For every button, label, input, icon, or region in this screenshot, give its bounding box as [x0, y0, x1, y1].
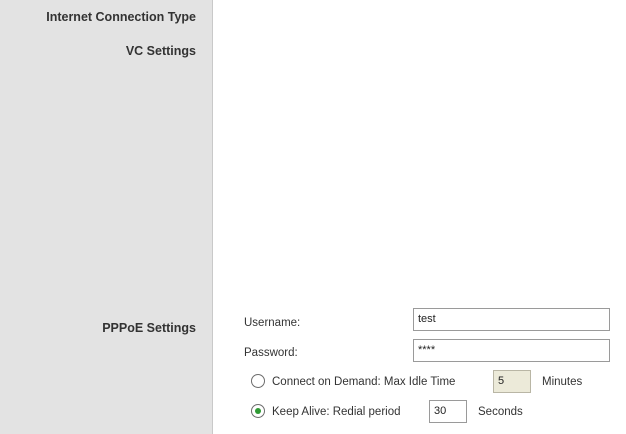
section-divider — [238, 291, 626, 293]
dsl-modulation-value: MultiMode — [419, 267, 470, 279]
internet-connection-type-heading: Internet Connection Type — [46, 10, 196, 24]
qos-type-value: UBR — [419, 80, 443, 92]
chevron-down-icon — [473, 266, 488, 281]
scr-rate-label: Scr Rate: — [244, 143, 292, 155]
vci-input[interactable]: 35 — [412, 231, 464, 254]
pppoe-settings-heading: PPPoE Settings — [102, 321, 196, 335]
chevron-down-icon — [533, 12, 548, 27]
pcr-rate-unit: cps — [475, 111, 493, 123]
autodetect-disable-radio[interactable] — [504, 174, 518, 188]
multiplexing-vc-radio[interactable] — [478, 45, 492, 59]
autodetect-disable-label: Disable — [523, 175, 566, 189]
password-input[interactable]: **** — [413, 339, 610, 362]
left-section-panel: Internet Connection Type VC Settings PPP… — [0, 0, 213, 434]
keep-alive-radio[interactable] — [251, 404, 265, 418]
autodetect-label: Autodetect: — [244, 175, 303, 187]
dsl-modulation-label: DSL Modulation: — [244, 269, 329, 281]
redial-period-input[interactable]: 30 — [429, 400, 467, 423]
pcr-rate-input[interactable] — [413, 104, 465, 129]
autodetect-enable-radio[interactable] — [420, 174, 434, 188]
autodetect-enable-label: Enable — [439, 175, 479, 189]
encapsulation-select[interactable]: RFC 2516 PPPoE — [413, 9, 551, 30]
multiplexing-llc-radio[interactable] — [421, 45, 435, 59]
chevron-down-icon — [451, 79, 466, 94]
max-idle-time-input[interactable]: 5 — [493, 370, 531, 393]
multiplexing-llc-label: LLC — [440, 45, 464, 59]
settings-form: Encapsulation: RFC 2516 PPPoE Multiplexi… — [214, 0, 626, 434]
vpi-range-hint: VPI (Range 0~255) — [474, 205, 573, 217]
dsl-modulation-select[interactable]: MultiMode — [413, 263, 491, 284]
multiplexing-vc-label: VC — [497, 45, 514, 59]
scr-rate-input[interactable] — [413, 136, 465, 161]
vci-range-hint: VCI (Range 0~65535) — [473, 237, 586, 249]
encapsulation-value: RFC 2516 PPPoE — [419, 13, 508, 25]
vc-settings-heading: VC Settings — [125, 44, 196, 58]
scr-rate-unit: cps — [475, 143, 493, 155]
vpi-input[interactable]: 0 — [412, 199, 464, 222]
encapsulation-label: Encapsulation: — [244, 13, 320, 25]
username-input[interactable]: test — [413, 308, 610, 331]
multiplexing-label: Multiplexing: — [244, 46, 308, 58]
pcr-rate-label: Pcr Rate: — [244, 111, 292, 123]
virtual-circuit-label: Virtual Circuit: — [244, 205, 316, 217]
connect-on-demand-radio[interactable] — [251, 374, 265, 388]
qos-type-select[interactable]: UBR — [413, 76, 469, 97]
qos-type-label: Qos Type: — [244, 80, 297, 92]
